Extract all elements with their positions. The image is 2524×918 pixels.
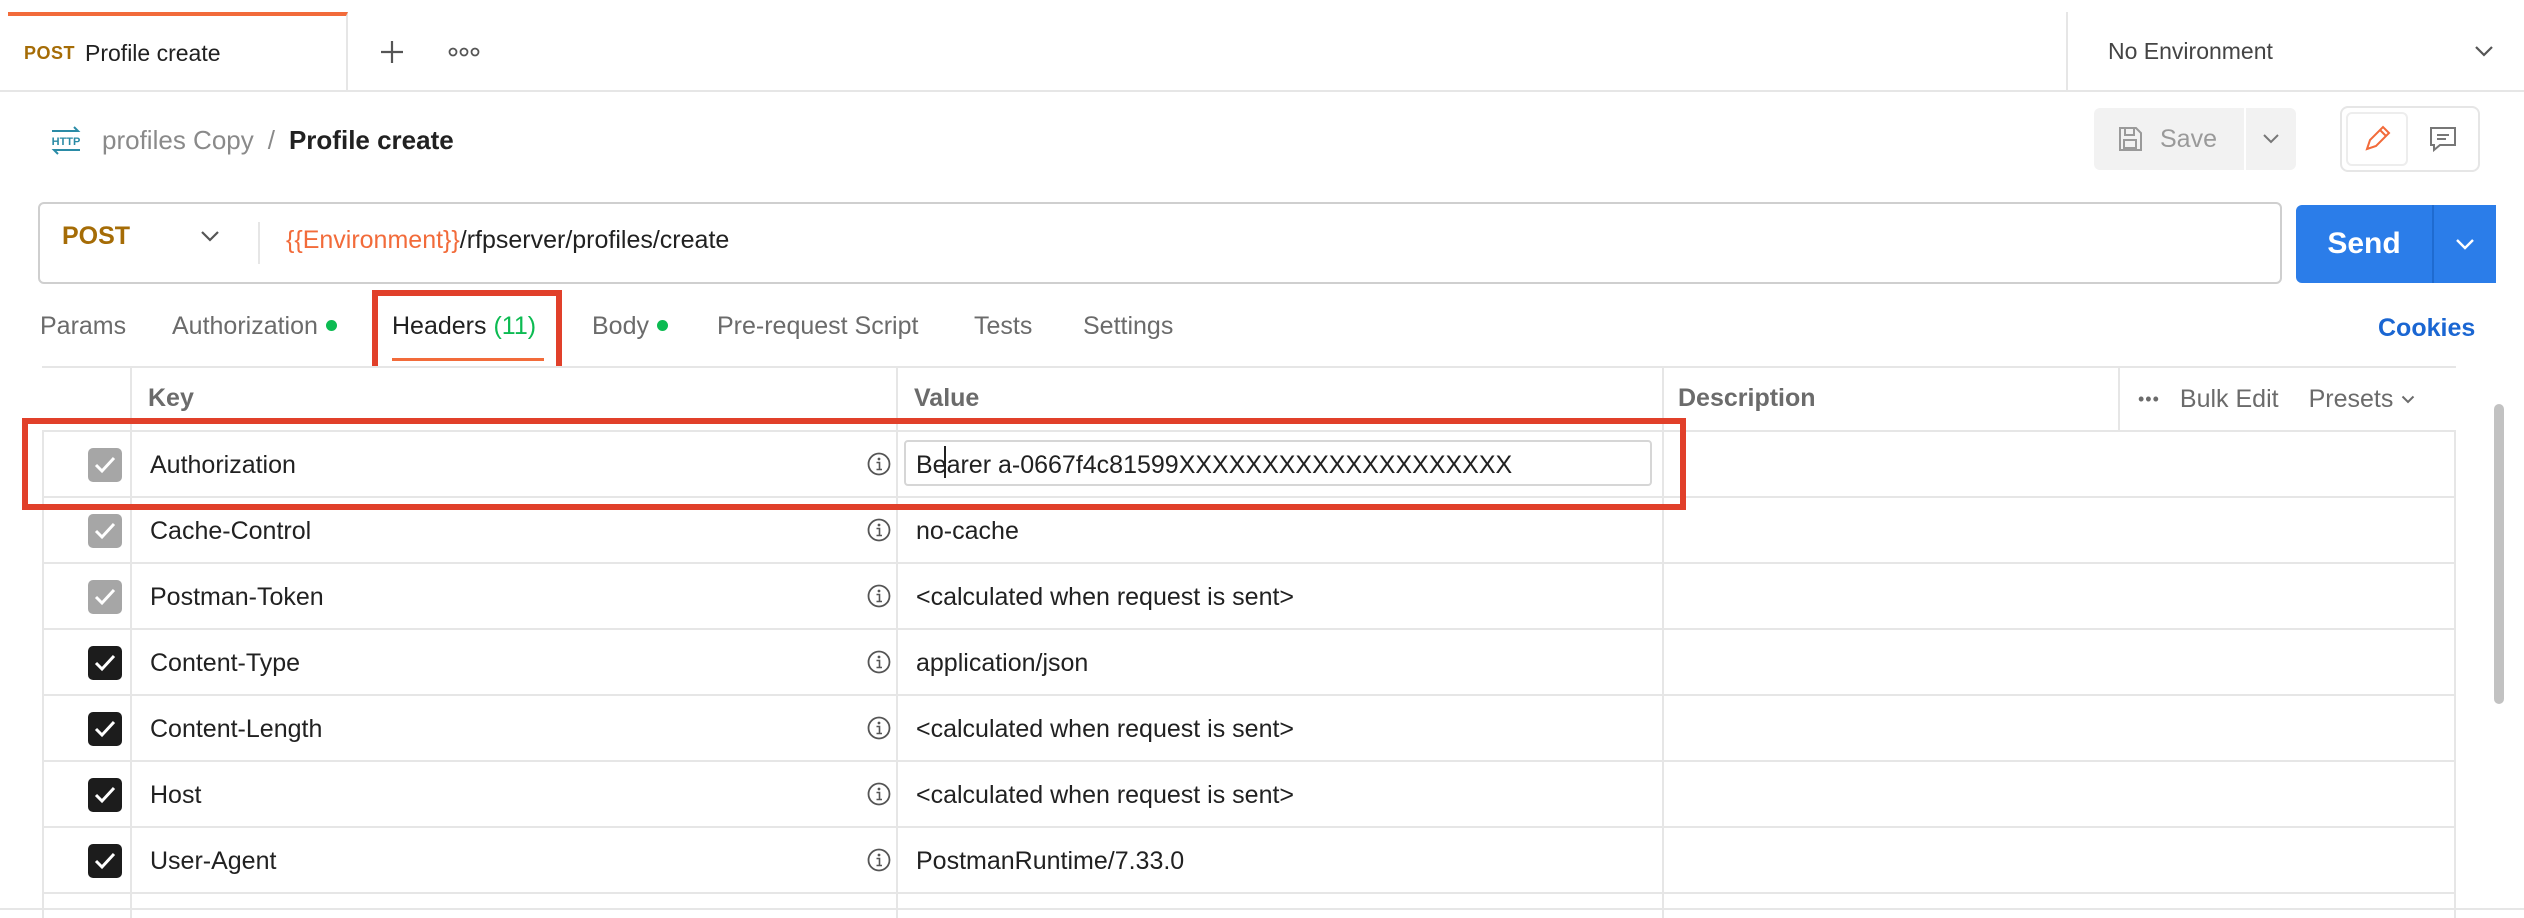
send-label: Send — [2327, 227, 2401, 260]
header-value[interactable]: <calculated when request is sent> — [916, 583, 1294, 612]
table-row: Content-Length <calculated when request i… — [42, 696, 2456, 762]
row-checkbox[interactable] — [88, 514, 122, 548]
bottom-divider — [0, 908, 2524, 910]
tab-tests[interactable]: Tests — [974, 312, 1032, 341]
send-options-button[interactable] — [2432, 205, 2496, 283]
table-actions: ••• Bulk Edit Presets — [2120, 366, 2456, 432]
tab-params[interactable]: Params — [40, 312, 126, 341]
save-options-button[interactable] — [2246, 108, 2296, 170]
chevron-down-icon[interactable] — [200, 230, 220, 242]
table-row: Host <calculated when request is sent> — [42, 762, 2456, 828]
highlight-box-authorization-row — [22, 418, 1686, 510]
info-icon[interactable] — [866, 847, 892, 873]
breadcrumb-request-name[interactable]: Profile create — [289, 125, 454, 156]
table-row: User-Agent PostmanRuntime/7.33.0 — [42, 828, 2456, 894]
info-icon[interactable] — [866, 649, 892, 675]
bulk-edit-button[interactable]: Bulk Edit — [2180, 385, 2279, 414]
column-divider — [2118, 366, 2120, 432]
cookies-link[interactable]: Cookies — [2378, 314, 2475, 343]
column-description: Description — [1678, 384, 1816, 412]
breadcrumb-collection[interactable]: profiles Copy — [102, 125, 254, 156]
presets-label: Presets — [2308, 384, 2394, 413]
info-icon[interactable] — [866, 715, 892, 741]
row-checkbox[interactable] — [88, 712, 122, 746]
pencil-icon[interactable] — [2346, 112, 2408, 166]
vertical-scrollbar[interactable] — [2494, 404, 2504, 704]
chevron-down-icon — [2474, 45, 2494, 57]
header-key[interactable]: User-Agent — [150, 847, 276, 876]
comment-icon[interactable] — [2412, 112, 2474, 166]
table-row: Postman-Token <calculated when request is… — [42, 564, 2456, 630]
chevron-down-icon — [2401, 395, 2415, 404]
row-checkbox[interactable] — [88, 778, 122, 812]
request-tab-name: Profile create — [85, 39, 221, 66]
svg-text:HTTP: HTTP — [52, 136, 81, 148]
save-button[interactable]: Save — [2094, 108, 2244, 170]
tab-prerequest-script[interactable]: Pre-request Script — [717, 312, 918, 341]
request-tab[interactable]: POST Profile create — [8, 12, 348, 90]
info-icon[interactable] — [866, 781, 892, 807]
url-variable: {{Environment}} — [286, 226, 460, 254]
breadcrumb: HTTP profiles Copy / Profile create — [48, 120, 454, 160]
row-checkbox[interactable] — [88, 844, 122, 878]
status-dot — [325, 319, 337, 331]
row-checkbox[interactable] — [88, 646, 122, 680]
tab-authorization-label: Authorization — [172, 312, 318, 340]
more-options-button[interactable]: ••• — [2138, 389, 2160, 410]
header-value[interactable]: PostmanRuntime/7.33.0 — [916, 847, 1184, 876]
column-key: Key — [148, 384, 194, 412]
header-key[interactable]: Content-Type — [150, 649, 300, 678]
tab-body[interactable]: Body — [592, 312, 668, 341]
plus-icon[interactable] — [370, 30, 414, 74]
url-path: /rfpserver/profiles/create — [459, 226, 730, 254]
url-divider — [258, 222, 260, 264]
url-input[interactable]: {{Environment}}/rfpserver/profiles/creat… — [286, 226, 729, 255]
info-icon[interactable] — [866, 583, 892, 609]
header-value[interactable]: <calculated when request is sent> — [916, 781, 1294, 810]
environment-label: No Environment — [2108, 37, 2273, 64]
header-value[interactable]: <calculated when request is sent> — [916, 715, 1294, 744]
breadcrumb-separator: / — [267, 124, 275, 155]
table-row: Content-Type application/json — [42, 630, 2456, 696]
save-icon — [2116, 125, 2144, 153]
row-checkbox[interactable] — [88, 580, 122, 614]
status-dot — [656, 319, 668, 331]
more-horizontal-icon[interactable] — [442, 30, 486, 74]
request-tab-method: POST — [24, 42, 76, 63]
header-value[interactable]: no-cache — [916, 517, 1019, 546]
environment-selector[interactable]: No Environment — [2066, 12, 2524, 90]
http-icon: HTTP — [48, 125, 84, 155]
header-key[interactable]: Cache-Control — [150, 517, 311, 546]
header-key[interactable]: Postman-Token — [150, 583, 324, 612]
header-value[interactable]: application/json — [916, 649, 1088, 678]
highlight-box-headers — [372, 290, 562, 378]
header-key[interactable]: Host — [150, 781, 201, 810]
tab-body-label: Body — [592, 312, 649, 340]
tab-authorization[interactable]: Authorization — [172, 312, 337, 341]
info-icon[interactable] — [866, 517, 892, 543]
tab-settings[interactable]: Settings — [1083, 312, 1173, 341]
header-key[interactable]: Content-Length — [150, 715, 322, 744]
column-value: Value — [914, 384, 980, 412]
method-select[interactable]: POST — [62, 222, 130, 251]
save-label: Save — [2160, 124, 2217, 153]
presets-button[interactable]: Presets — [2309, 385, 2416, 414]
